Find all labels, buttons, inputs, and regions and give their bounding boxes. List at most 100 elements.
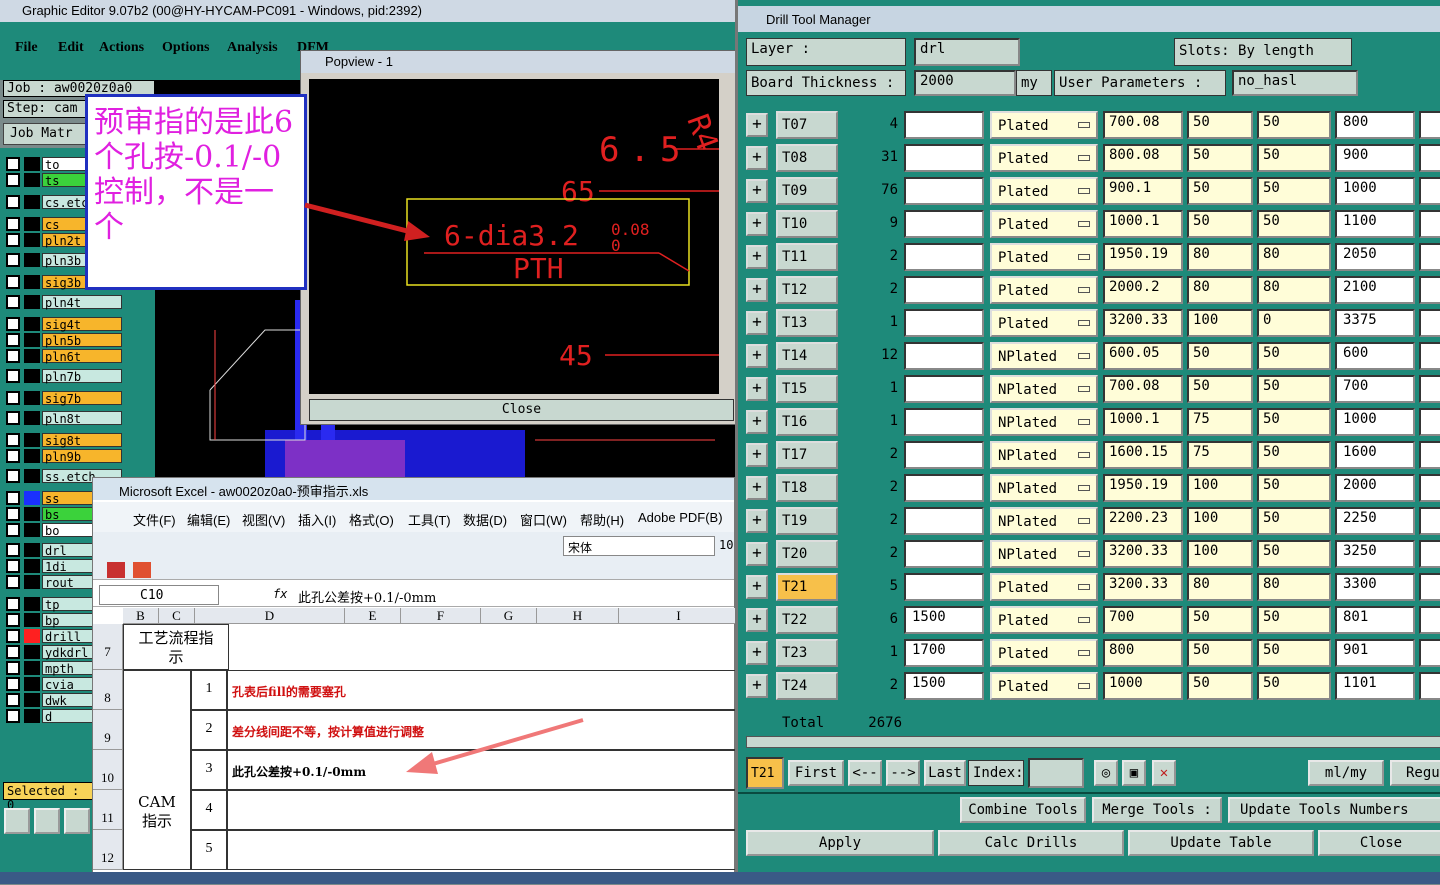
zoom-area-icon[interactable] (34, 808, 60, 834)
layer-row[interactable]: pln7b (6, 368, 122, 384)
extra-input[interactable] (1419, 342, 1440, 370)
layer-row[interactable]: pln6t (6, 348, 122, 364)
layer-checkbox[interactable] (6, 543, 20, 557)
type-select[interactable]: Plated (990, 210, 1098, 238)
drill-size-input[interactable]: 1950.19 (1103, 243, 1183, 271)
instruction-cell[interactable] (227, 790, 736, 830)
bit-size-input[interactable]: 2100 (1335, 276, 1415, 304)
drill-size-input[interactable]: 3200.33 (1103, 309, 1183, 337)
tol-plus-input[interactable]: 50 (1187, 210, 1253, 238)
type-select[interactable]: Plated (990, 111, 1098, 139)
tool-row[interactable]: + T18 2 NPlated 1950.19 100 50 2000 (746, 471, 1440, 504)
drill-size-input[interactable]: 800.08 (1103, 144, 1183, 172)
next-button[interactable]: --> (886, 760, 920, 786)
extra-input[interactable] (1419, 276, 1440, 304)
horizontal-scrollbar[interactable] (746, 736, 1440, 748)
finish-size-input[interactable]: 1500 (904, 672, 984, 700)
extra-input[interactable] (1419, 111, 1440, 139)
column-header[interactable]: H (537, 608, 619, 624)
drill-size-input[interactable]: 3200.33 (1103, 540, 1183, 568)
type-select[interactable]: Plated (990, 243, 1098, 271)
bit-size-input[interactable]: 700 (1335, 375, 1415, 403)
tool-name[interactable]: T16 (776, 408, 838, 436)
extra-input[interactable] (1419, 540, 1440, 568)
layer-name[interactable]: pln9b (42, 449, 122, 464)
layer-checkbox[interactable] (6, 317, 20, 331)
regu-button[interactable]: Regu (1390, 760, 1440, 786)
tol-minus-input[interactable]: 50 (1257, 177, 1331, 205)
row-expand-icon[interactable]: + (746, 179, 768, 203)
type-select[interactable]: Plated (990, 177, 1098, 205)
grid-icon[interactable] (64, 808, 90, 834)
bit-size-input[interactable]: 1000 (1335, 177, 1415, 205)
type-select[interactable]: NPlated (990, 441, 1098, 469)
tol-plus-input[interactable]: 100 (1187, 474, 1253, 502)
finish-size-input[interactable] (904, 507, 984, 535)
type-select[interactable]: Plated (990, 639, 1098, 667)
row-expand-icon[interactable]: + (746, 509, 768, 533)
row-expand-icon[interactable]: + (746, 476, 768, 500)
layer-checkbox[interactable] (6, 449, 20, 463)
units-select[interactable]: ml/my (1308, 760, 1384, 786)
row-expand-icon[interactable]: + (746, 113, 768, 137)
layer-checkbox[interactable] (6, 233, 20, 247)
excel-menu-file[interactable]: 文件(F) (133, 510, 176, 529)
index-input[interactable] (1028, 758, 1084, 788)
bit-size-input[interactable]: 1101 (1335, 672, 1415, 700)
tool-row[interactable]: + T24 2 1500 Plated 1000 50 50 1101 (746, 669, 1440, 702)
type-select[interactable]: NPlated (990, 474, 1098, 502)
formula-input[interactable]: 此孔公差按+0.1/-0mm (298, 587, 436, 606)
type-select[interactable]: Plated (990, 672, 1098, 700)
font-size-select[interactable]: 10 (719, 536, 735, 556)
tool-name[interactable]: T10 (776, 210, 838, 238)
layer-checkbox[interactable] (6, 349, 20, 363)
excel-menu-view[interactable]: 视图(V) (242, 510, 285, 529)
tool-name[interactable]: T08 (776, 144, 838, 172)
row-expand-icon[interactable]: + (746, 575, 768, 599)
layer-checkbox[interactable] (6, 523, 20, 537)
tol-plus-input[interactable]: 80 (1187, 276, 1253, 304)
layer-checkbox[interactable] (6, 157, 20, 171)
drill-size-input[interactable]: 700.08 (1103, 375, 1183, 403)
tool-row[interactable]: + T22 6 1500 Plated 700 50 50 801 (746, 603, 1440, 636)
tol-minus-input[interactable]: 80 (1257, 276, 1331, 304)
finish-size-input[interactable] (904, 177, 984, 205)
tol-plus-input[interactable]: 50 (1187, 375, 1253, 403)
extra-input[interactable] (1419, 144, 1440, 172)
layer-name[interactable]: sig7b (42, 391, 122, 406)
tol-minus-input[interactable]: 50 (1257, 639, 1331, 667)
excel-menu-format[interactable]: 格式(O) (349, 510, 394, 529)
layer-checkbox[interactable] (6, 195, 20, 209)
drill-size-input[interactable]: 700 (1103, 606, 1183, 634)
tool-row[interactable]: + T16 1 NPlated 1000.1 75 50 1000 (746, 405, 1440, 438)
tool-row[interactable]: + T13 1 Plated 3200.33 100 0 3375 (746, 306, 1440, 339)
layer-checkbox[interactable] (6, 333, 20, 347)
extra-input[interactable] (1419, 474, 1440, 502)
extra-input[interactable] (1419, 210, 1440, 238)
column-header[interactable]: B (123, 608, 159, 624)
step-number-cell[interactable]: 1 (191, 670, 227, 710)
layer-checkbox[interactable] (6, 491, 20, 505)
finish-size-input[interactable]: 1500 (904, 606, 984, 634)
step-number-cell[interactable]: 3 (191, 750, 227, 790)
extra-input[interactable] (1419, 243, 1440, 271)
layer-name[interactable]: sig4t (42, 317, 122, 332)
tol-minus-input[interactable]: 50 (1257, 144, 1331, 172)
drill-size-input[interactable]: 1000.1 (1103, 408, 1183, 436)
excel-menu-help[interactable]: 帮助(H) (580, 510, 624, 529)
tool-name[interactable]: T18 (776, 474, 838, 502)
excel-menu-tools[interactable]: 工具(T) (408, 510, 451, 529)
layer-name[interactable]: pln4t (42, 295, 122, 310)
cam-instruction-cell[interactable]: CAM指示 (123, 670, 191, 870)
layer-row[interactable]: pln9b (6, 448, 122, 464)
layer-checkbox[interactable] (6, 217, 20, 231)
layer-name[interactable]: pln6t (42, 349, 122, 364)
tool-name[interactable]: T14 (776, 342, 838, 370)
combine-tools-button[interactable]: Combine Tools (960, 797, 1086, 823)
tool-name[interactable]: T24 (776, 672, 838, 700)
layer-checkbox[interactable] (6, 597, 20, 611)
tool-row[interactable]: + T15 1 NPlated 700.08 50 50 700 (746, 372, 1440, 405)
spreadsheet-grid[interactable]: ABCDEFGHI781孔表后fill的需要塞孔92差分线间距不等，按计算值进行… (93, 608, 739, 885)
tool-name[interactable]: T21 (776, 573, 838, 601)
row-expand-icon[interactable]: + (746, 311, 768, 335)
